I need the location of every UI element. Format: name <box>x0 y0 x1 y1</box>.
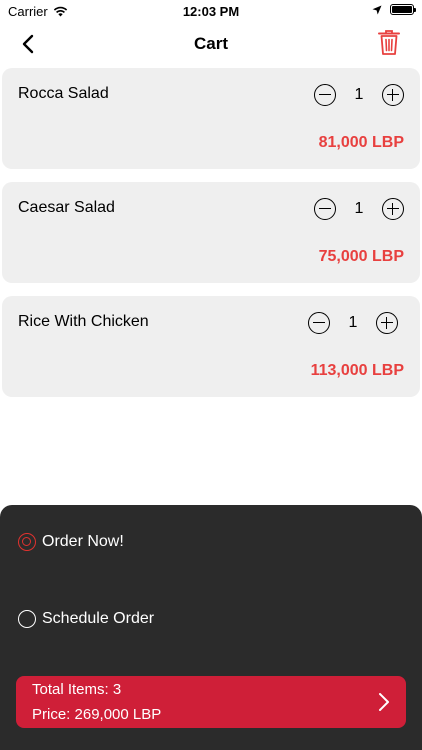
increase-quantity-button[interactable] <box>376 312 398 334</box>
item-price: 113,000 LBP <box>310 362 404 379</box>
chevron-right-icon <box>379 693 389 711</box>
order-options-panel: Order Now! Schedule Order Total Items: 3… <box>0 505 422 750</box>
status-time: 12:03 PM <box>182 4 240 19</box>
item-name: Rice With Chicken <box>18 313 149 330</box>
quantity-stepper: 1 <box>308 312 398 334</box>
page-title: Cart <box>193 34 228 53</box>
battery-icon <box>390 4 416 15</box>
item-quantity: 1 <box>354 200 364 217</box>
order-now-option[interactable]: Order Now! <box>18 533 124 551</box>
checkout-button[interactable]: Total Items: 3 Price: 269,000 LBP <box>16 676 406 728</box>
total-items-text: Total Items: 3 <box>32 681 122 698</box>
schedule-order-label: Schedule Order <box>42 610 155 627</box>
quantity-stepper: 1 <box>314 198 404 220</box>
total-price-text: Price: 269,000 LBP <box>32 706 162 723</box>
cart-item: Rocca Salad 1 81,000 LBP <box>2 68 420 169</box>
order-now-label: Order Now! <box>42 533 124 550</box>
cart-item: Rice With Chicken 1 113,000 LBP <box>2 296 420 397</box>
increase-quantity-button[interactable] <box>382 84 404 106</box>
item-price: 75,000 LBP <box>318 248 404 265</box>
item-price: 81,000 LBP <box>318 134 404 151</box>
nav-bar: Cart <box>0 22 422 66</box>
status-bar: Carrier 12:03 PM <box>0 0 422 22</box>
radio-selected-icon <box>18 533 36 551</box>
item-name: Caesar Salad <box>18 199 115 216</box>
decrease-quantity-button[interactable] <box>314 198 336 220</box>
item-quantity: 1 <box>348 314 358 331</box>
decrease-quantity-button[interactable] <box>308 312 330 334</box>
item-name: Rocca Salad <box>18 85 109 102</box>
radio-unselected-icon <box>18 610 36 628</box>
status-right <box>372 4 416 15</box>
cart-list: Rocca Salad 1 81,000 LBP Caesar Salad 1 … <box>2 68 420 410</box>
quantity-stepper: 1 <box>314 84 404 106</box>
schedule-order-option[interactable]: Schedule Order <box>18 610 154 628</box>
decrease-quantity-button[interactable] <box>314 84 336 106</box>
cart-item: Caesar Salad 1 75,000 LBP <box>2 182 420 283</box>
location-arrow-icon <box>372 5 382 14</box>
trash-icon <box>378 30 400 55</box>
clear-cart-button[interactable] <box>378 30 402 58</box>
increase-quantity-button[interactable] <box>382 198 404 220</box>
item-quantity: 1 <box>354 86 364 103</box>
